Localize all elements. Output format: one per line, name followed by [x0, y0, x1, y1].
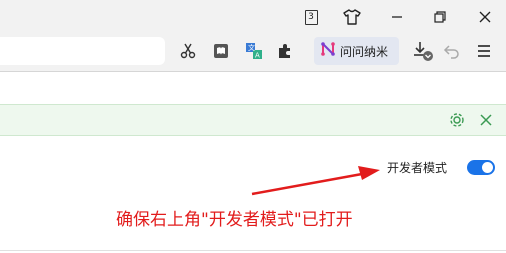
annotation-text: 确保右上角"开发者模式"已打开 [116, 210, 353, 230]
section-divider [0, 250, 506, 251]
